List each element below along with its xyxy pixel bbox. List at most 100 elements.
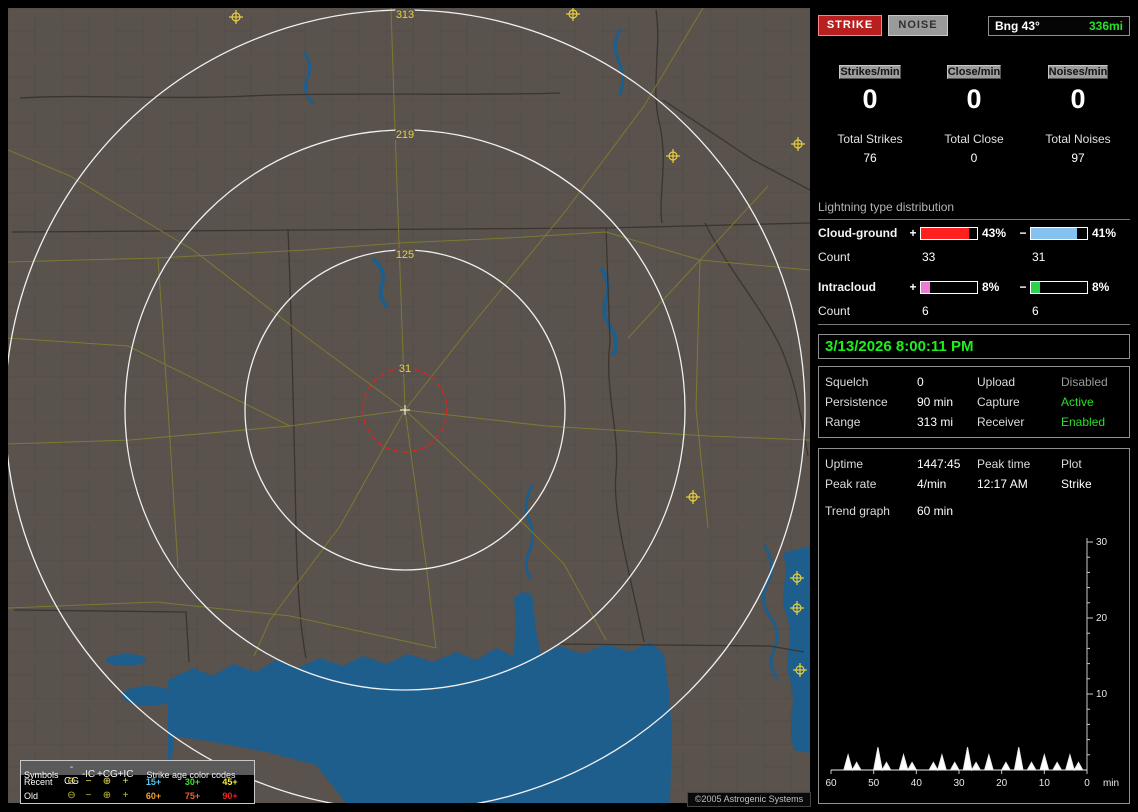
ic-minus-pct: 8% (1092, 280, 1110, 294)
plus-sign: + (909, 280, 917, 294)
range-label: Range (825, 415, 861, 429)
upload-label: Upload (977, 375, 1016, 389)
pos-cg-icon: ⊕ (102, 776, 112, 787)
peak-time-label: Peak time (977, 457, 1031, 471)
ic-plus-pct: 8% (982, 280, 1000, 294)
settings-box: Squelch 0 Upload Disabled Persistence 90… (818, 366, 1130, 438)
bearing-range: 336mi (1088, 18, 1123, 33)
peak-rate-label: Peak rate (825, 477, 877, 491)
svg-text:0: 0 (1084, 778, 1090, 789)
capture-status: Active (1061, 395, 1094, 409)
legend-row-label: Recent (24, 777, 53, 787)
pos-cg-icon: ⊕ (102, 790, 112, 801)
uptime-value: 1447:45 (917, 457, 961, 471)
bar-fill (921, 281, 930, 293)
lake-pontchartrain (122, 686, 174, 706)
cg-minus-count: 31 (1032, 250, 1046, 264)
count-label: Count (818, 304, 851, 318)
persistence-label: Persistence (825, 395, 888, 409)
trend-window-value: 60 min (917, 504, 954, 518)
lake (106, 654, 146, 666)
plot-value: Strike (1061, 477, 1092, 491)
neg-cg-icon: ⊖ (67, 790, 76, 801)
ring-label-31: 31 (399, 363, 411, 375)
pos-ic-icon: + (122, 790, 129, 801)
intracloud-label: Intracloud (818, 280, 877, 294)
strike-indicator[interactable]: STRIKE (818, 15, 882, 36)
svg-text:20: 20 (1096, 613, 1108, 624)
svg-text:30: 30 (1096, 537, 1108, 548)
svg-text:min: min (1103, 778, 1119, 789)
copyright: ©2005 Astrogenic Systems (687, 792, 811, 807)
noise-indicator[interactable]: NOISE (888, 15, 948, 36)
trend-graph-label: Trend graph (825, 504, 890, 518)
age-code: 60+ (145, 791, 162, 801)
close-per-min-box[interactable]: Close/min (946, 65, 1002, 79)
stats-box: Uptime 1447:45 Peak time Plot Peak rate … (818, 448, 1130, 804)
settings-row: Range 313 mi Receiver Enabled (825, 412, 1123, 432)
neg-ic-icon: − (85, 776, 92, 787)
close-per-min-value: 0 (966, 84, 982, 114)
range-value: 313 mi (917, 415, 954, 429)
age-code: 30+ (184, 777, 201, 787)
total-close-value: 0 (970, 151, 978, 165)
receiver-label: Receiver (977, 415, 1025, 429)
cloud-ground-label: Cloud-ground (818, 226, 898, 240)
cloud-ground-row: Cloud-ground + 43% − 41% (818, 226, 1130, 240)
persistence-value: 90 min (917, 395, 954, 409)
trend-row: Trend graph 60 min (825, 500, 1123, 522)
neg-cg-icon: ⊖ (67, 776, 76, 787)
minus-sign: − (1019, 280, 1027, 294)
total-noises-value: 97 (1071, 151, 1085, 165)
legend-row-recent: Recent ⊖ − ⊕ + 15+ 30+ 45+ (21, 775, 254, 789)
squelch-value: 0 (917, 375, 924, 389)
ic-minus-count: 6 (1032, 304, 1039, 318)
legend-header: Symbols -CG -IC +CG +IC Strike age color… (21, 761, 254, 787)
status-panel: STRIKE NOISE Bng 43° 336mi Strikes/min C… (818, 8, 1130, 804)
stats-row: Uptime 1447:45 Peak time Plot (825, 454, 1123, 474)
capture-label: Capture (977, 395, 1020, 409)
cg-plus-count: 33 (922, 250, 936, 264)
intracloud-count-row: Count 6 6 (818, 304, 1130, 318)
ic-plus-bar (920, 280, 978, 294)
squelch-label: Squelch (825, 375, 869, 389)
rate-values-row: 0 0 0 (818, 84, 1130, 115)
age-code: 15+ (145, 777, 162, 787)
receiver-status: Enabled (1061, 415, 1106, 429)
cg-plus-bar (920, 226, 978, 240)
total-strikes-label: Total Strikes (837, 132, 903, 146)
age-code: 90+ (222, 791, 238, 801)
cg-plus-pct: 43% (982, 226, 1007, 240)
settings-row: Squelch 0 Upload Disabled (825, 372, 1123, 392)
total-strikes-value: 76 (863, 151, 877, 165)
svg-text:50: 50 (868, 778, 880, 789)
total-noises-label: Total Noises (1045, 132, 1111, 146)
svg-text:10: 10 (1096, 689, 1108, 700)
strikes-per-min-value: 0 (862, 84, 878, 114)
settings-row: Persistence 90 min Capture Active (825, 392, 1123, 412)
bar-fill (921, 227, 970, 239)
ring-label-313: 313 (396, 9, 414, 21)
svg-text:20: 20 (996, 778, 1008, 789)
intracloud-row: Intracloud + 8% − 8% (818, 280, 1130, 294)
noises-per-min-box[interactable]: Noises/min (1047, 65, 1109, 79)
lightning-map[interactable]: 313 219 125 31 Symbols -CG -IC +CG +IC S… (8, 8, 811, 807)
cg-minus-bar (1030, 226, 1088, 240)
distribution-header: Lightning type distribution (818, 200, 1130, 220)
neg-ic-icon: − (85, 790, 92, 801)
ring-label-219: 219 (396, 129, 414, 141)
minus-sign: − (1019, 226, 1027, 240)
svg-text:30: 30 (953, 778, 965, 789)
strikes-per-min-box[interactable]: Strikes/min (839, 65, 901, 79)
trend-graph: 60 50 40 30 20 10 0 min 10 20 30 (825, 537, 1119, 789)
timestamp: 3/13/2026 8:00:11 PM (818, 334, 1130, 359)
uptime-label: Uptime (825, 457, 864, 471)
plus-sign: + (909, 226, 917, 240)
peak-rate-value: 4/min (917, 477, 947, 491)
count-label: Count (818, 250, 851, 264)
bar-fill (1031, 227, 1077, 239)
upload-status: Disabled (1061, 375, 1108, 389)
divider (818, 324, 1130, 325)
peak-time-value: 12:17 AM (977, 477, 1028, 491)
map-svg[interactable]: 313 219 125 31 (8, 8, 810, 803)
